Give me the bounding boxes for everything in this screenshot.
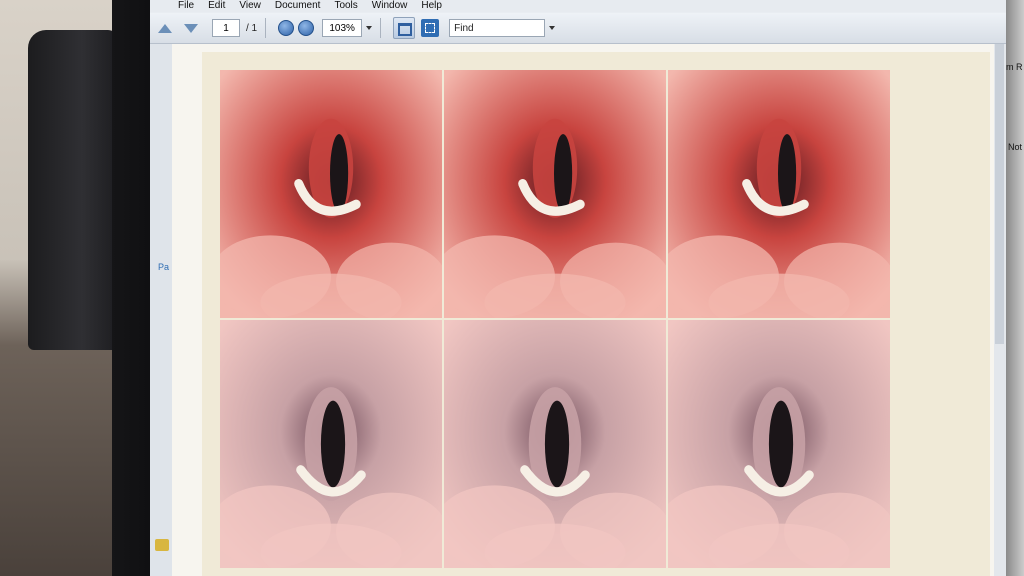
monitor-bezel-right [1006, 0, 1024, 576]
laryngoscopy-frame-6 [668, 320, 890, 568]
side-panel-label: m R [1006, 62, 1023, 72]
scrollbar-thumb[interactable] [995, 44, 1004, 344]
laryngoscopy-frame-4 [220, 320, 442, 568]
toolbar-separator [380, 18, 382, 38]
laryngoscopy-frame-1 [220, 70, 442, 318]
menu-window[interactable]: Window [372, 0, 408, 12]
next-page-button[interactable] [180, 17, 202, 39]
office-chair [28, 30, 118, 350]
comments-icon[interactable] [155, 539, 169, 551]
previous-page-button[interactable] [154, 17, 176, 39]
laryngoscopy-frame-2 [444, 70, 666, 318]
fit-page-tool-icon[interactable] [393, 17, 416, 39]
zoom-out-icon[interactable] [278, 20, 295, 36]
page-total-label: / 1 [246, 22, 258, 34]
toolbar-separator [265, 18, 267, 38]
find-input[interactable]: Find [449, 19, 546, 37]
toolbar: 1 / 1 103% Find [150, 13, 1006, 44]
vertical-scrollbar[interactable] [994, 44, 1006, 576]
menu-file[interactable]: File [178, 0, 194, 12]
menu-tools[interactable]: Tools [334, 0, 357, 12]
up-arrow-icon [158, 23, 172, 33]
menu-edit[interactable]: Edit [208, 0, 225, 12]
laryngoscopy-frame-3 [668, 70, 890, 318]
page-number-input[interactable]: 1 [212, 19, 240, 37]
menu-help[interactable]: Help [421, 0, 442, 12]
side-panel-label: Pa [158, 262, 170, 272]
find-dropdown-icon[interactable] [549, 26, 556, 30]
menu-view[interactable]: View [239, 0, 261, 12]
laryngoscopy-frame-5 [444, 320, 666, 568]
navigation-pane [150, 44, 173, 576]
zoom-in-icon[interactable] [298, 20, 315, 36]
side-panel-label: Not [1008, 142, 1023, 152]
zoom-dropdown-icon[interactable] [366, 26, 373, 30]
down-arrow-icon [184, 23, 198, 33]
menu-bar: File Edit View Document Tools Window Hel… [150, 0, 1006, 12]
menu-document[interactable]: Document [275, 0, 321, 12]
fit-width-tool-icon[interactable] [421, 19, 440, 37]
zoom-level-field[interactable]: 103% [322, 19, 363, 37]
image-grid [220, 70, 890, 570]
